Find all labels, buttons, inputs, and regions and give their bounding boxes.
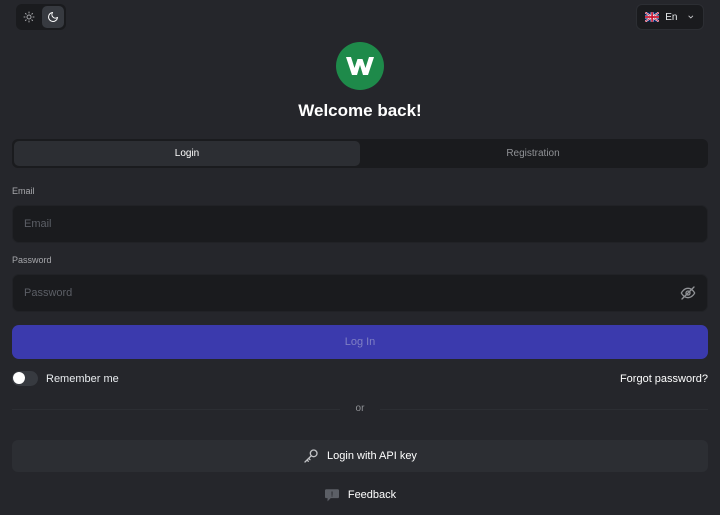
light-theme-button[interactable] bbox=[18, 6, 40, 28]
password-input[interactable] bbox=[12, 274, 708, 312]
login-page: En Welcome back! Login Registration Emai… bbox=[0, 0, 720, 515]
email-input[interactable] bbox=[12, 205, 708, 243]
svg-text:!: ! bbox=[331, 491, 333, 498]
logo-w-icon bbox=[346, 57, 374, 75]
dark-theme-button[interactable] bbox=[42, 6, 64, 28]
moon-icon bbox=[48, 12, 58, 22]
language-select[interactable]: En bbox=[636, 4, 704, 30]
login-button[interactable]: Log In bbox=[12, 325, 708, 359]
app-logo bbox=[336, 42, 384, 90]
sun-icon bbox=[23, 11, 35, 23]
switch-knob bbox=[13, 372, 25, 384]
feedback-link[interactable]: ! Feedback bbox=[0, 488, 720, 502]
uk-flag-icon bbox=[645, 12, 660, 22]
remember-me-switch[interactable] bbox=[12, 371, 38, 386]
language-code: En bbox=[665, 11, 678, 23]
api-key-login-label: Login with API key bbox=[327, 450, 417, 462]
chat-bubble-icon: ! bbox=[324, 489, 339, 502]
tab-login[interactable]: Login bbox=[14, 141, 360, 166]
chevron-down-icon bbox=[688, 15, 694, 19]
key-icon bbox=[304, 449, 318, 463]
email-label: Email bbox=[12, 186, 35, 196]
page-title: Welcome back! bbox=[298, 101, 422, 120]
divider-text: or bbox=[355, 403, 365, 414]
api-key-login-button[interactable]: Login with API key bbox=[12, 440, 708, 472]
remember-me: Remember me bbox=[12, 371, 119, 386]
feedback-label: Feedback bbox=[347, 489, 397, 501]
password-label: Password bbox=[12, 255, 52, 265]
remember-me-label: Remember me bbox=[46, 372, 119, 385]
auth-tabs: Login Registration bbox=[12, 139, 708, 168]
forgot-password-link[interactable]: Forgot password? bbox=[620, 373, 708, 385]
tab-registration[interactable]: Registration bbox=[360, 141, 706, 166]
eye-off-icon[interactable] bbox=[680, 285, 696, 301]
theme-toggle bbox=[16, 4, 66, 30]
